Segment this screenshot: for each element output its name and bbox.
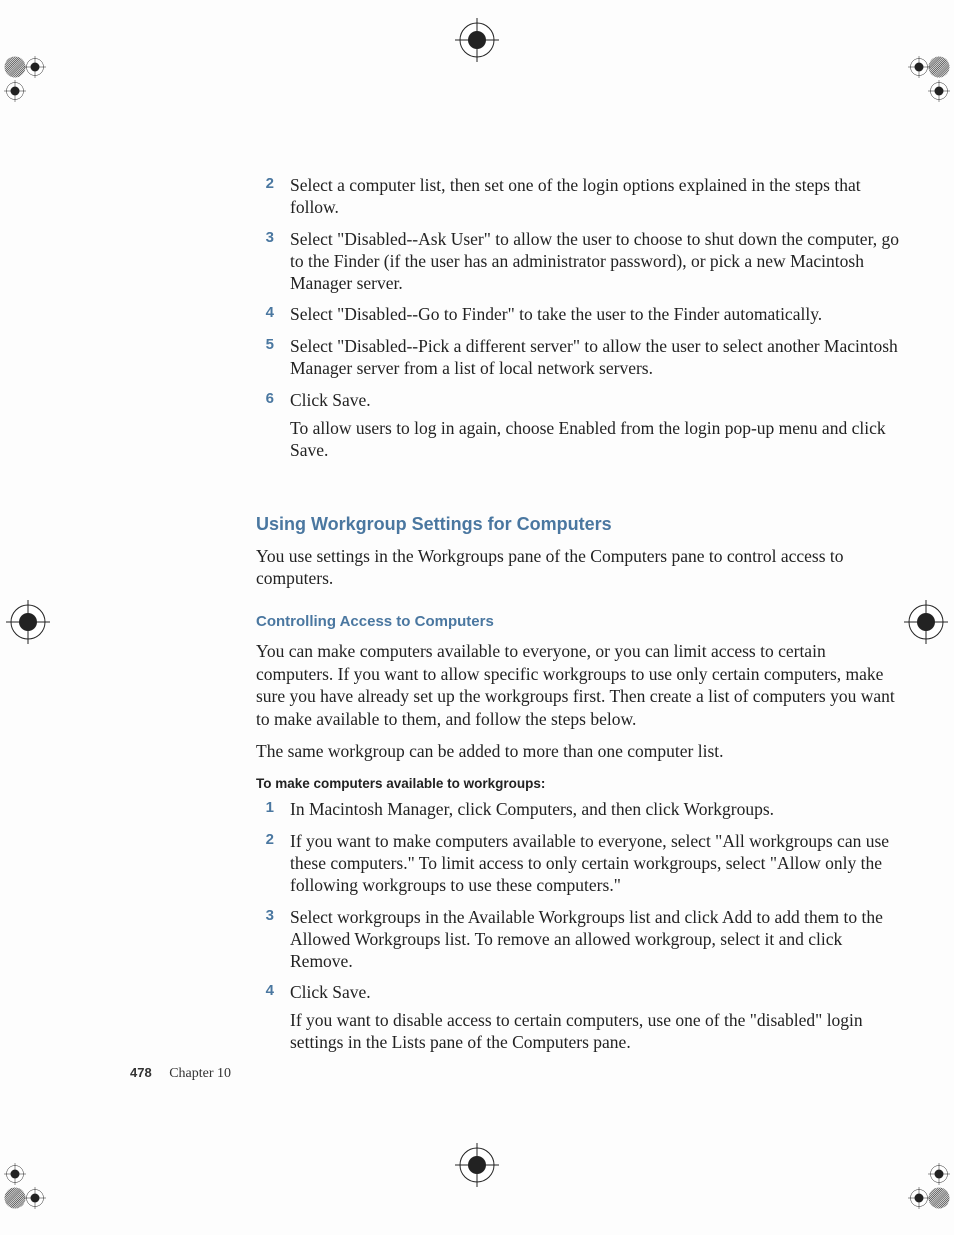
step-text: Select "Disabled--Ask User" to allow the… [290,229,906,295]
crop-mark-right [904,600,948,644]
subsection-heading: Controlling Access to Computers [256,613,906,630]
step-number: 3 [256,907,274,973]
list-item: 4 Select "Disabled--Go to Finder" to tak… [256,304,906,326]
list-item: 3 Select "Disabled--Ask User" to allow t… [256,229,906,295]
paragraph: The same workgroup can be added to more … [256,740,906,762]
step-number: 2 [256,831,274,897]
task-heading: To make computers available to workgroup… [256,776,906,791]
step-number: 4 [256,304,274,326]
page-number: 478 [130,1065,152,1080]
step-number: 1 [256,799,274,821]
crop-mark-bottom-right [894,1155,954,1215]
step-text: Select "Disabled--Go to Finder" to take … [290,304,906,326]
list-item: 2 Select a computer list, then set one o… [256,175,906,219]
step-followup: To allow users to log in again, choose E… [290,418,906,462]
section-intro: You use settings in the Workgroups pane … [256,545,906,590]
step-number: 4 [256,982,274,1054]
list-item: 5 Select "Disabled--Pick a different ser… [256,336,906,380]
step-number: 6 [256,390,274,462]
step-number: 2 [256,175,274,219]
numbered-list-workgroups: 1 In Macintosh Manager, click Computers,… [256,799,906,1054]
step-text: Select "Disabled--Pick a different serve… [290,336,906,380]
step-text: In Macintosh Manager, click Computers, a… [290,799,906,821]
numbered-list-login-options: 2 Select a computer list, then set one o… [256,175,906,462]
crop-mark-top-left [0,48,60,108]
crop-mark-top-right [894,48,954,108]
list-item: 6 Click Save. To allow users to log in a… [256,390,906,462]
list-item: 1 In Macintosh Manager, click Computers,… [256,799,906,821]
step-text: Click Save. To allow users to log in aga… [290,390,906,462]
list-item: 3 Select workgroups in the Available Wor… [256,907,906,973]
step-text: If you want to make computers available … [290,831,906,897]
step-followup: If you want to disable access to certain… [290,1010,906,1054]
step-main: Click Save. [290,982,371,1002]
step-main: Click Save. [290,390,371,410]
step-number: 5 [256,336,274,380]
chapter-label: Chapter 10 [169,1066,231,1081]
step-number: 3 [256,229,274,295]
page-content: 2 Select a computer list, then set one o… [256,175,906,1054]
crop-mark-bottom [455,1143,499,1187]
list-item: 2 If you want to make computers availabl… [256,831,906,897]
section-heading: Using Workgroup Settings for Computers [256,514,906,535]
crop-mark-left [6,600,50,644]
crop-mark-top [455,18,499,62]
step-text: Click Save. If you want to disable acces… [290,982,906,1054]
page-footer: 478 Chapter 10 [130,1065,231,1082]
step-text: Select a computer list, then set one of … [290,175,906,219]
list-item: 4 Click Save. If you want to disable acc… [256,982,906,1054]
paragraph: You can make computers available to ever… [256,640,906,730]
step-text: Select workgroups in the Available Workg… [290,907,906,973]
crop-mark-bottom-left [0,1155,60,1215]
